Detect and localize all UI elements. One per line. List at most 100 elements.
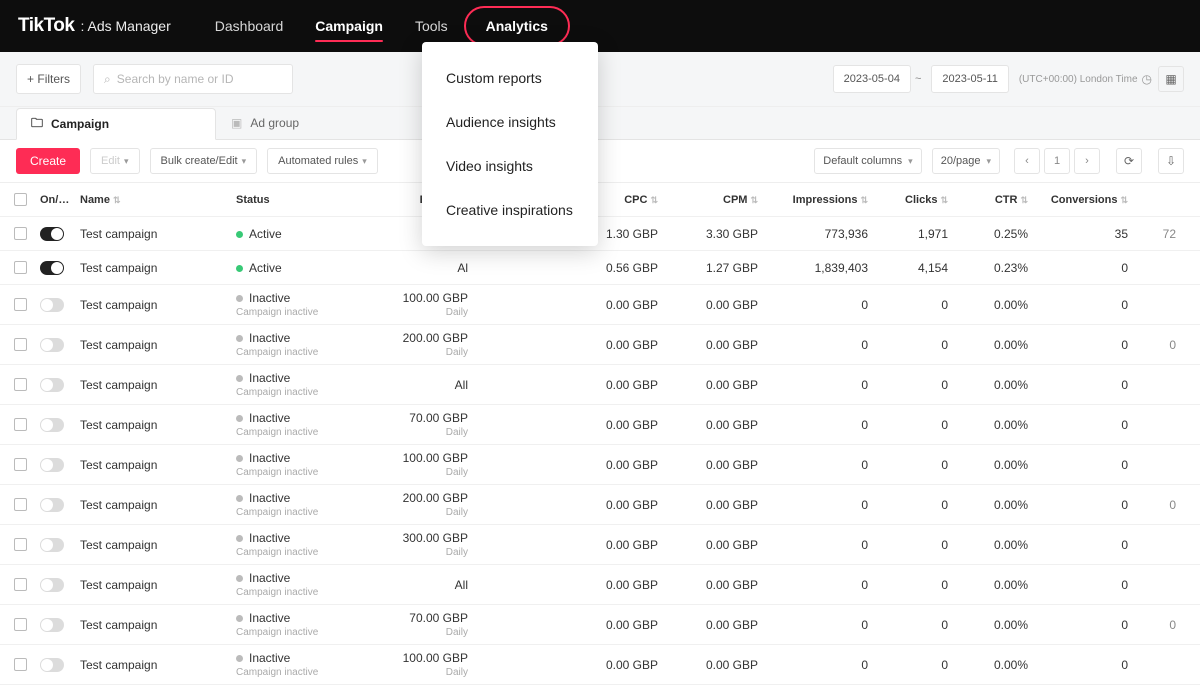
dropdown-audience-insights[interactable]: Audience insights (422, 100, 598, 144)
table-header-row: On/… Name⇅ Status Budget⇅ CPC⇅ CPM⇅ Impr… (0, 183, 1200, 217)
col-ctr[interactable]: CTR⇅ (966, 194, 1046, 206)
conversions-value: 0 (1046, 578, 1146, 592)
campaign-name[interactable]: Test campaign (80, 378, 157, 392)
table-row: Test campaign Inactive Campaign inactive… (0, 365, 1200, 405)
sort-icon: ⇅ (113, 195, 121, 205)
campaign-name[interactable]: Test campaign (80, 538, 157, 552)
bulk-create-button[interactable]: Bulk create/Edit▾ (150, 148, 258, 174)
col-status: Status (236, 194, 386, 206)
ctr-value: 0.00% (966, 538, 1046, 552)
status-toggle[interactable] (40, 338, 64, 352)
row-checkbox[interactable] (14, 298, 27, 311)
status-toggle[interactable] (40, 458, 64, 472)
dropdown-video-insights[interactable]: Video insights (422, 144, 598, 188)
budget-value: 70.00 GBP (386, 611, 468, 625)
ctr-value: 0.25% (966, 227, 1046, 241)
budget-value: 300.00 GBP (386, 531, 468, 545)
col-onoff[interactable]: On/… (40, 194, 76, 206)
create-button[interactable]: Create (16, 148, 80, 174)
tail-value: 0 (1146, 338, 1176, 352)
status-toggle[interactable] (40, 378, 64, 392)
cpm-value: 1.27 GBP (676, 261, 776, 275)
status-subtext: Campaign inactive (236, 547, 386, 558)
action-bar: Create Edit▾ Bulk create/Edit▾ Automated… (0, 140, 1200, 182)
status-toggle[interactable] (40, 538, 64, 552)
clicks-value: 1,971 (886, 227, 966, 241)
campaign-name[interactable]: Test campaign (80, 261, 157, 275)
campaign-name[interactable]: Test campaign (80, 618, 157, 632)
row-checkbox[interactable] (14, 227, 27, 240)
row-checkbox[interactable] (14, 418, 27, 431)
impressions-value: 773,936 (776, 227, 886, 241)
row-checkbox[interactable] (14, 338, 27, 351)
row-checkbox[interactable] (14, 618, 27, 631)
tab-campaign[interactable]: 🗀 Campaign (16, 108, 216, 140)
filters-button[interactable]: + Filters (16, 64, 81, 94)
clicks-value: 0 (886, 618, 966, 632)
nav-analytics[interactable]: Analytics (464, 6, 570, 46)
columns-select[interactable]: Default columns▾ (814, 148, 921, 174)
col-conversions[interactable]: Conversions⇅ (1046, 194, 1146, 206)
status-dot-icon (236, 455, 243, 462)
date-to[interactable]: 2023-05-11 (931, 65, 1008, 93)
status-subtext: Campaign inactive (236, 507, 386, 518)
search-input[interactable]: ⌕ Search by name or ID (93, 64, 293, 94)
nav-campaign[interactable]: Campaign (299, 0, 399, 52)
col-name[interactable]: Name⇅ (76, 194, 236, 206)
ctr-value: 0.00% (966, 578, 1046, 592)
status-toggle[interactable] (40, 618, 64, 632)
cpc-value: 0.00 GBP (576, 418, 676, 432)
page-next[interactable]: › (1074, 148, 1100, 174)
automated-rules-button[interactable]: Automated rules▾ (267, 148, 378, 174)
row-checkbox[interactable] (14, 261, 27, 274)
status-toggle[interactable] (40, 578, 64, 592)
cpm-value: 0.00 GBP (676, 538, 776, 552)
status-subtext: Campaign inactive (236, 427, 386, 438)
campaign-name[interactable]: Test campaign (80, 578, 157, 592)
row-checkbox[interactable] (14, 498, 27, 511)
campaign-name[interactable]: Test campaign (80, 498, 157, 512)
row-checkbox[interactable] (14, 538, 27, 551)
status-toggle[interactable] (40, 418, 64, 432)
date-from[interactable]: 2023-05-04 (833, 65, 911, 93)
checkbox-all[interactable] (14, 193, 27, 206)
campaign-name[interactable]: Test campaign (80, 338, 157, 352)
search-icon: ⌕ (104, 72, 111, 87)
nav-dashboard[interactable]: Dashboard (199, 0, 300, 52)
row-checkbox[interactable] (14, 458, 27, 471)
edit-button[interactable]: Edit▾ (90, 148, 140, 174)
col-impressions[interactable]: Impressions⇅ (776, 194, 886, 206)
status-toggle[interactable] (40, 498, 64, 512)
cpc-value: 0.00 GBP (576, 658, 676, 672)
status-toggle[interactable] (40, 227, 64, 241)
row-checkbox[interactable] (14, 378, 27, 391)
col-cpm[interactable]: CPM⇅ (676, 194, 776, 206)
refresh-icon[interactable]: ⟳ (1116, 148, 1142, 174)
row-checkbox[interactable] (14, 658, 27, 671)
cpc-value: 0.00 GBP (576, 618, 676, 632)
dropdown-custom-reports[interactable]: Custom reports (422, 56, 598, 100)
campaign-name[interactable]: Test campaign (80, 658, 157, 672)
sort-icon: ⇅ (940, 195, 948, 205)
pager: ‹ 1 › (1010, 148, 1100, 174)
calendar-icon[interactable]: ▦ (1158, 66, 1184, 92)
tab-adgroup[interactable]: ▣ Ad group (216, 107, 416, 139)
cpm-value: 0.00 GBP (676, 458, 776, 472)
campaign-name[interactable]: Test campaign (80, 298, 157, 312)
table-row: Test campaign Active Al 1.30 GBP 3.30 GB… (0, 217, 1200, 251)
export-icon[interactable]: ⇩ (1158, 148, 1184, 174)
status-subtext: Campaign inactive (236, 667, 386, 678)
campaign-name[interactable]: Test campaign (80, 458, 157, 472)
row-checkbox[interactable] (14, 578, 27, 591)
conversions-value: 0 (1046, 418, 1146, 432)
campaign-name[interactable]: Test campaign (80, 418, 157, 432)
status-toggle[interactable] (40, 658, 64, 672)
page-current[interactable]: 1 (1044, 148, 1070, 174)
campaign-name[interactable]: Test campaign (80, 227, 157, 241)
page-prev[interactable]: ‹ (1014, 148, 1040, 174)
perpage-select[interactable]: 20/page▾ (932, 148, 1000, 174)
dropdown-creative-inspirations[interactable]: Creative inspirations (422, 188, 598, 232)
status-toggle[interactable] (40, 261, 64, 275)
col-clicks[interactable]: Clicks⇅ (886, 194, 966, 206)
status-toggle[interactable] (40, 298, 64, 312)
